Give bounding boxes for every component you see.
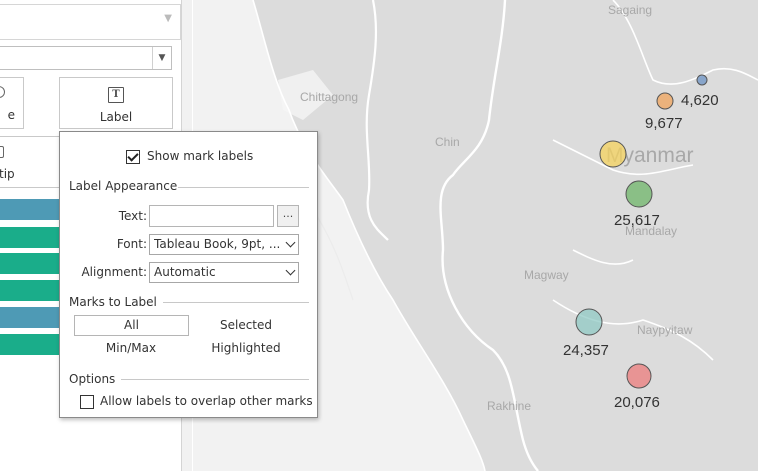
map-mark[interactable]	[696, 74, 708, 86]
font-field-label: Font:	[116, 237, 147, 251]
place-label-sagaing: Sagaing	[608, 3, 652, 17]
marks-to-label-title: Marks to Label	[69, 295, 157, 309]
tooltip-button-label: tip	[0, 167, 15, 181]
map-mark[interactable]	[599, 140, 627, 168]
allow-overlap-checkbox[interactable]	[80, 395, 94, 409]
place-label-magway: Magway	[524, 268, 569, 282]
allow-overlap-label: Allow labels to overlap other marks	[100, 394, 313, 408]
mark-label: 25,617	[614, 212, 660, 229]
section-divider	[121, 379, 309, 380]
map-mark[interactable]	[575, 308, 603, 336]
check-icon	[127, 150, 139, 162]
label-popup: Show mark labels Label Appearance Text: …	[59, 131, 318, 418]
field-pill[interactable]	[0, 307, 60, 328]
map-mark[interactable]	[626, 363, 652, 389]
mark-type-dropdown[interactable]: ▼	[0, 4, 181, 40]
alignment-dropdown[interactable]: Automatic	[149, 262, 299, 283]
text-field-label: Text:	[118, 209, 147, 223]
marks-option-all[interactable]: All	[74, 315, 189, 336]
text-icon: T	[108, 87, 124, 103]
map-mark[interactable]	[656, 92, 674, 110]
chevron-down-icon: ▼	[164, 13, 172, 24]
mark-label: 20,076	[614, 394, 660, 411]
size-button-label: e	[7, 108, 15, 122]
place-label-chittagong: Chittagong	[300, 90, 358, 104]
place-label-chin: Chin	[435, 135, 460, 149]
size-button[interactable]: e	[0, 77, 24, 129]
map-mark[interactable]	[625, 180, 653, 208]
text-input[interactable]	[149, 205, 274, 227]
section-divider	[163, 302, 309, 303]
section-divider	[178, 187, 309, 188]
mark-label: 9,677	[645, 115, 683, 132]
options-title: Options	[69, 372, 116, 386]
show-mark-labels-label: Show mark labels	[147, 149, 254, 163]
font-dropdown-value: Tableau Book, 9pt, ...	[154, 237, 280, 251]
field-pill[interactable]	[0, 253, 60, 274]
alignment-field-label: Alignment:	[81, 265, 147, 279]
place-label-naypyitaw: Naypyitaw	[637, 323, 693, 337]
mark-label: 4,620	[681, 92, 719, 109]
label-appearance-title: Label Appearance	[69, 179, 178, 193]
place-label-rakhine: Rakhine	[487, 399, 531, 413]
marks-option-selected[interactable]: Selected	[196, 318, 296, 332]
label-button[interactable]: T Label	[59, 77, 173, 129]
mark-label: 24,357	[563, 342, 609, 359]
mark-type-select[interactable]: ▼	[0, 46, 172, 70]
chevron-down-icon: ▼	[152, 47, 171, 69]
text-edit-button[interactable]: ...	[277, 205, 299, 227]
marks-option-highlighted[interactable]: Highlighted	[196, 341, 296, 355]
tooltip-button[interactable]: tip	[0, 136, 60, 188]
show-mark-labels-checkbox[interactable]	[126, 150, 140, 164]
field-pill[interactable]	[0, 334, 60, 355]
field-pill[interactable]	[0, 227, 60, 248]
chevron-down-icon	[285, 237, 296, 248]
size-icon	[0, 86, 5, 98]
label-button-label: Label	[99, 110, 133, 124]
field-pill[interactable]	[0, 280, 60, 301]
marks-option-min-max[interactable]: Min/Max	[81, 341, 181, 355]
field-pill[interactable]	[0, 199, 60, 220]
alignment-dropdown-value: Automatic	[154, 265, 216, 279]
tooltip-icon	[0, 146, 4, 158]
chevron-down-icon	[285, 265, 296, 276]
font-dropdown[interactable]: Tableau Book, 9pt, ...	[149, 234, 299, 255]
